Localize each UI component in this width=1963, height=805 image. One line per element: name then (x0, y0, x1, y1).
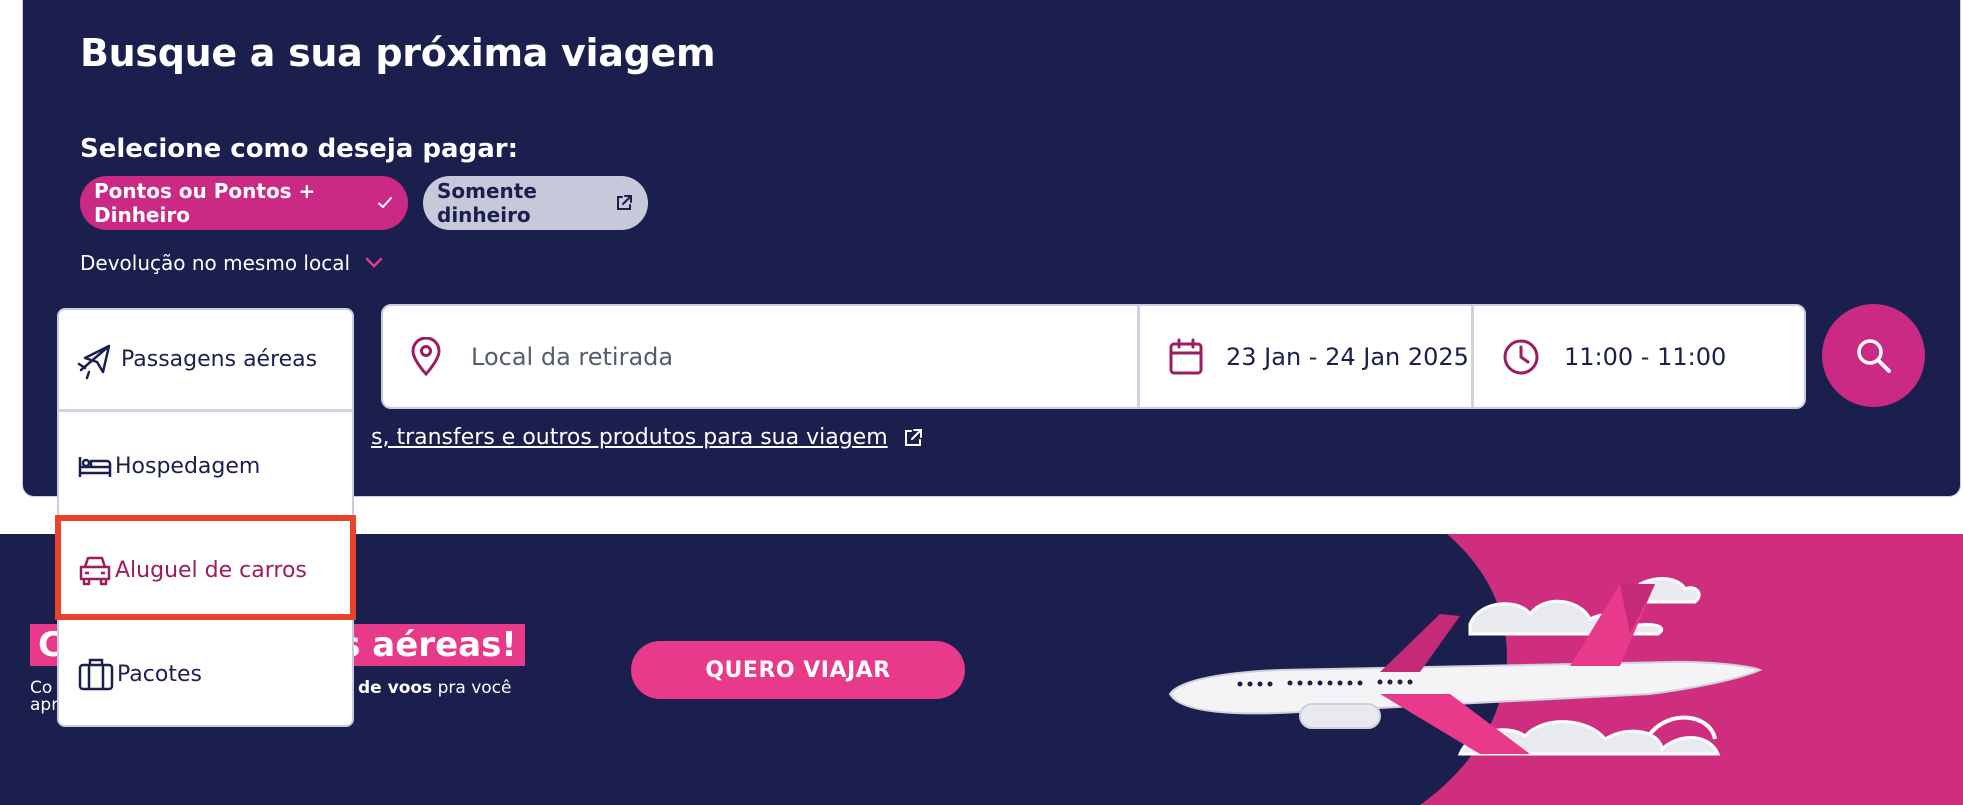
suitcase-icon (78, 658, 114, 691)
external-link-icon (617, 195, 632, 210)
menu-item-hospedagem[interactable]: Hospedagem (59, 414, 352, 518)
menu-item-label: Passagens aéreas (121, 347, 318, 372)
check-icon (378, 197, 392, 209)
banner-sub-line2: apr (30, 695, 59, 715)
airplane-illustration (1168, 577, 1763, 756)
pay-with-cash-label: Somente dinheiro (437, 179, 537, 227)
pickup-location-placeholder: Local da retirada (471, 342, 674, 371)
menu-item-label: Pacotes (117, 661, 202, 687)
airplane-icon (77, 344, 111, 379)
clock-icon (1503, 339, 1539, 374)
dates-value: 23 Jan - 24 Jan 2025 (1226, 342, 1469, 371)
menu-item-passagens-aereas[interactable]: Passagens aéreas (59, 310, 352, 412)
bed-icon (78, 457, 112, 477)
pay-with-points-button[interactable]: Pontos ou Pontos + Dinheiro (80, 176, 408, 230)
menu-item-label: Aluguel de carros (115, 557, 307, 583)
pay-with-cash-button[interactable]: Somente dinheiro (423, 176, 648, 230)
search-box: Local da retirada 23 Jan - 24 Jan 2025 1… (381, 304, 1806, 409)
extras-link[interactable]: s, transfers e outros produtos para sua … (371, 425, 924, 450)
banner-sub-c: pra você (432, 678, 512, 698)
times-value: 11:00 - 11:00 (1564, 342, 1727, 371)
calendar-icon (1169, 338, 1203, 374)
pay-with-points-label: Pontos ou Pontos + Dinheiro (94, 179, 316, 227)
page: Busque a sua próxima viagem Selecione co… (0, 0, 1963, 805)
menu-item-aluguel-de-carros[interactable]: Aluguel de carros (59, 518, 352, 622)
search-button[interactable] (1822, 304, 1925, 407)
chevron-down-icon (365, 257, 383, 268)
quero-viajar-button[interactable]: QUERO VIAJAR (631, 641, 965, 699)
extras-link-label: s, transfers e outros produtos para sua … (371, 425, 888, 450)
product-menu: Passagens aéreas Hospedagem Aluguel de c… (57, 308, 354, 727)
menu-item-pacotes[interactable]: Pacotes (59, 622, 352, 725)
return-location-label: Devolução no mesmo local (80, 251, 351, 275)
pickup-location-field[interactable]: Local da retirada (383, 306, 1140, 407)
dates-field[interactable]: 23 Jan - 24 Jan 2025 (1140, 306, 1474, 407)
search-icon (1856, 338, 1891, 373)
car-icon (79, 556, 111, 586)
menu-item-label: Hospedagem (115, 453, 261, 479)
page-title: Busque a sua próxima viagem (80, 31, 716, 75)
location-pin-icon (411, 336, 441, 376)
return-location-dropdown[interactable]: Devolução no mesmo local (80, 251, 384, 275)
payment-method-label: Selecione como deseja pagar: (80, 134, 518, 164)
external-link-icon (904, 428, 922, 446)
times-field[interactable]: 11:00 - 11:00 (1474, 306, 1804, 407)
